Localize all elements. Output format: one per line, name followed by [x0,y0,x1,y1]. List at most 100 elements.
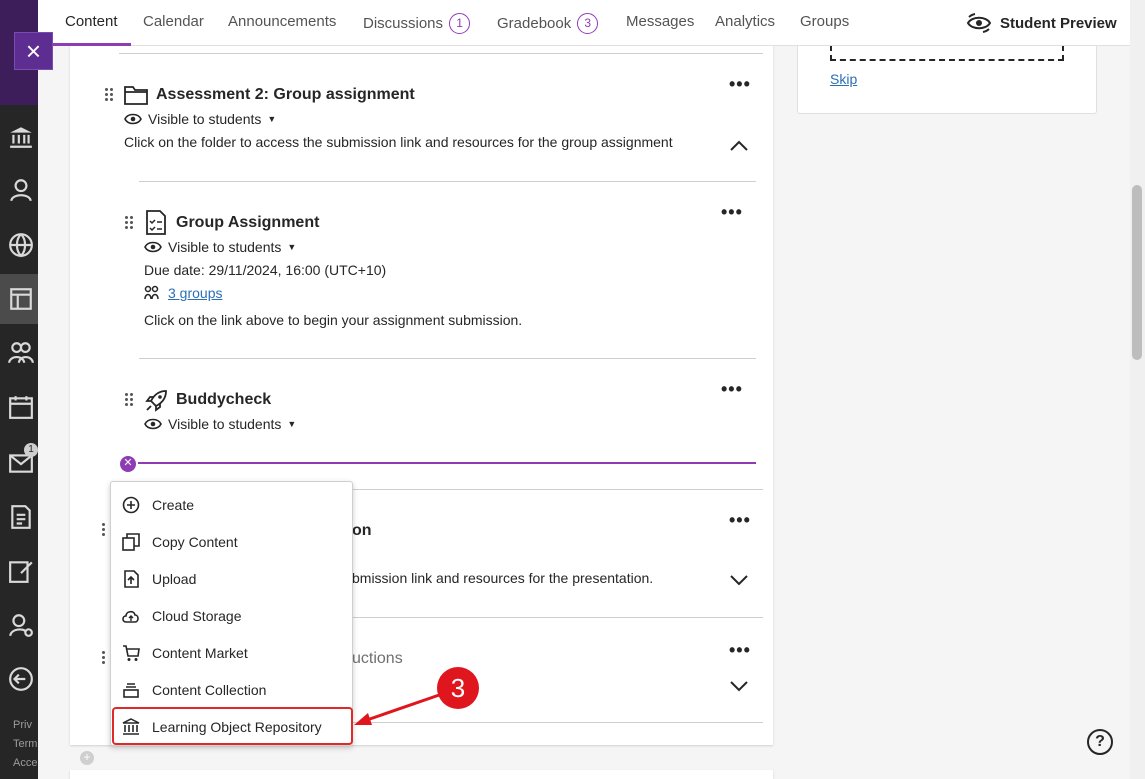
item-title-partial[interactable]: on [352,522,372,540]
institution-icon[interactable] [8,124,34,150]
groups-link[interactable]: 3 groups [168,285,222,301]
chevron-up-icon[interactable] [729,136,749,156]
scrollbar-thumb[interactable] [1132,185,1142,360]
menu-item-label: Cloud Storage [152,608,242,624]
add-content-icon[interactable]: + [80,751,94,765]
sign-out-icon[interactable] [8,666,34,692]
left-nav-rail: 1 Priv Term Acce [0,0,38,779]
help-icon[interactable]: ? [1087,729,1113,755]
menu-item-copy-content[interactable]: Copy Content [122,527,238,557]
cart-icon [123,645,140,661]
more-options-icon[interactable]: ••• [729,74,751,95]
visibility-label: Visible to students [168,416,282,432]
divider [139,358,756,359]
item-description: Click on the link above to begin your as… [144,312,523,328]
menu-item-label: Content Collection [152,682,267,698]
eye-icon [124,113,142,125]
student-preview-button[interactable]: Student Preview [966,13,1117,33]
assignment-icon [146,210,166,235]
more-options-icon[interactable]: ••• [729,510,751,531]
drag-handle-icon[interactable] [125,393,133,407]
copy-icon [122,533,140,551]
item-title[interactable]: Assessment 2: Group assignment [156,86,415,104]
gradebook-count: 3 [577,13,599,34]
drag-handle-icon[interactable] [105,88,113,102]
menu-item-create[interactable]: Create [122,490,194,520]
menu-item-content-market[interactable]: Content Market [122,638,248,668]
scrollbar[interactable] [1130,0,1145,779]
visibility-dropdown[interactable]: Visible to students ▼ [144,416,296,432]
plus-circle-icon [122,496,140,514]
more-options-icon[interactable]: ••• [729,640,751,661]
caret-down-icon: ▼ [287,242,297,252]
footer-terms[interactable]: Term [13,738,37,750]
divider [139,181,756,182]
courses-icon[interactable] [8,286,34,312]
item-title[interactable]: Group Assignment [176,214,319,232]
item-title[interactable]: Buddycheck [176,391,271,409]
user-settings-icon[interactable] [8,612,34,638]
groups-row: 3 groups [144,285,222,301]
tab-calendar[interactable]: Calendar [143,13,204,30]
skip-link[interactable]: Skip [830,71,857,87]
caret-down-icon: ▼ [287,419,297,429]
visibility-dropdown[interactable]: Visible to students ▼ [124,111,276,127]
next-content-card [70,770,773,779]
close-button[interactable]: × [14,32,53,70]
footer-accessibility[interactable]: Acce [13,757,37,769]
close-insert-icon[interactable]: ✕ [120,456,136,472]
tab-groups[interactable]: Groups [800,13,849,30]
item-title-partial[interactable]: uctions [352,650,403,668]
grades-icon[interactable] [8,504,34,530]
groups-icon[interactable] [8,340,34,366]
tab-announcements[interactable]: Announcements [228,13,336,30]
more-options-icon[interactable]: ••• [721,379,743,400]
caret-down-icon: ▼ [267,114,277,124]
item-description-partial: bmission link and resources for the pres… [352,570,654,586]
profile-icon[interactable] [8,177,34,203]
tab-gradebook[interactable]: Gradebook 3 [497,13,599,34]
eye-icon [144,241,162,253]
tab-analytics[interactable]: Analytics [715,13,775,30]
chevron-down-icon[interactable] [729,676,749,696]
tab-content[interactable]: Content [65,13,118,30]
menu-item-upload[interactable]: Upload [122,564,196,594]
tab-discussions[interactable]: Discussions 1 [363,13,471,34]
chevron-down-icon[interactable] [729,570,749,590]
menu-item-content-collection[interactable]: Content Collection [122,675,266,705]
visibility-label: Visible to students [148,111,262,127]
rocket-icon [145,390,167,412]
upload-icon [124,570,139,588]
annotation-highlight-box [112,707,353,745]
menu-item-cloud-storage[interactable]: Cloud Storage [122,601,242,631]
visibility-label: Visible to students [168,239,282,255]
visibility-dropdown[interactable]: Visible to students ▼ [144,239,296,255]
drag-handle-icon[interactable] [102,651,110,665]
item-description: Click on the folder to access the submis… [124,134,673,150]
menu-item-label: Copy Content [152,534,238,550]
annotation-arrow [354,691,446,725]
calendar-icon[interactable] [8,394,34,420]
step-number-badge: 3 [437,667,479,709]
footer-privacy[interactable]: Priv [13,719,32,731]
folder-icon [124,86,148,105]
tab-messages[interactable]: Messages [626,13,694,30]
drag-handle-icon[interactable] [125,216,133,230]
divider [119,53,763,54]
eye-icon [144,418,162,430]
discussions-count: 1 [449,13,471,34]
edit-icon[interactable] [8,558,34,584]
preview-eye-icon [966,13,992,33]
drag-handle-icon[interactable] [102,523,110,537]
menu-item-label: Upload [152,571,197,587]
globe-icon[interactable] [8,232,34,258]
active-tab-indicator [53,43,131,46]
divider [352,489,763,490]
messages-badge: 1 [24,443,38,457]
menu-item-label: Content Market [152,645,248,661]
insert-content-line [138,462,756,464]
student-preview-label: Student Preview [1000,14,1117,32]
more-options-icon[interactable]: ••• [721,202,743,223]
cloud-upload-icon [122,610,139,623]
collection-icon [123,683,139,698]
